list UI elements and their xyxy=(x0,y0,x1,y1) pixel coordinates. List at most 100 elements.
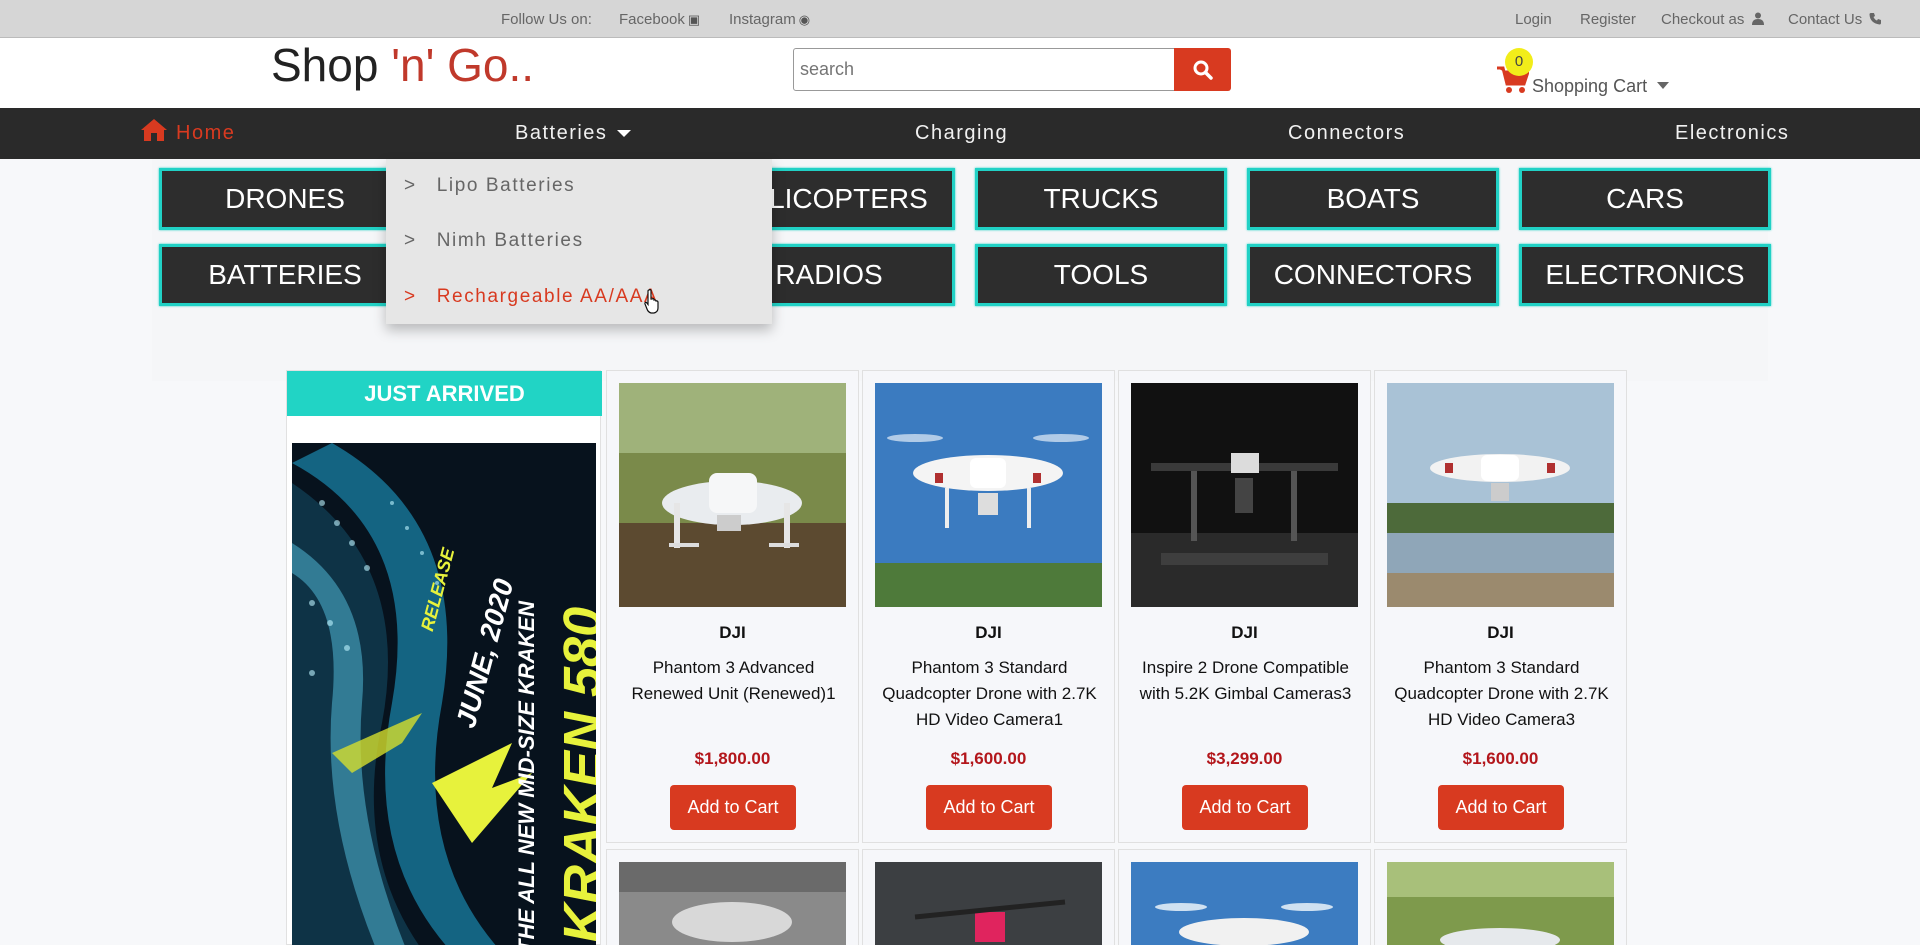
site-header: Shop 'n' Go.. 0 Shopping Cart xyxy=(0,37,1920,108)
category-trucks[interactable]: TRUCKS xyxy=(975,168,1227,230)
hand-cursor-icon xyxy=(644,289,659,314)
dropdown-item-label: Nimh Batteries xyxy=(436,230,584,251)
product-price: $1,600.00 xyxy=(950,749,1027,768)
dropdown-item-rechargeable[interactable]: > Rechargeable AA/AAA xyxy=(404,286,658,308)
phone-icon xyxy=(1869,13,1882,25)
nav-charging[interactable]: Charging xyxy=(915,122,1008,145)
search-input[interactable] xyxy=(793,48,1175,91)
category-connectors[interactable]: CONNECTORS xyxy=(1247,244,1499,306)
drone-photo xyxy=(1131,862,1358,945)
kraken-promo-poster[interactable]: KRAKEN 580 THE ALL NEW MID-SIZE KRAKEN J… xyxy=(292,443,596,945)
dropdown-item-label: Rechargeable AA/AAA xyxy=(436,286,659,307)
checkout-link[interactable]: Checkout as xyxy=(1661,11,1764,28)
facebook-link[interactable]: Facebook ▣ xyxy=(619,11,700,28)
contact-link[interactable]: Contact Us xyxy=(1788,11,1882,28)
dropdown-marker: > xyxy=(404,230,417,251)
batteries-dropdown: > Lipo Batteries > Nimh Batteries > Recharg… xyxy=(386,159,772,324)
product-brand: DJI xyxy=(719,623,746,642)
contact-label: Contact Us xyxy=(1788,11,1863,28)
facebook-label: Facebook xyxy=(619,11,685,28)
search-icon xyxy=(1193,60,1213,80)
product-name[interactable]: Phantom 3 Advanced Renewed Unit (Renewed… xyxy=(617,655,850,707)
shopping-cart-link[interactable]: Shopping Cart xyxy=(1532,76,1647,97)
nav-electronics[interactable]: Electronics xyxy=(1675,122,1789,145)
add-to-cart-button[interactable]: Add to Cart xyxy=(1182,785,1308,830)
category-electronics[interactable]: ELECTRONICS xyxy=(1519,244,1771,306)
site-logo[interactable]: Shop 'n' Go.. xyxy=(271,38,534,92)
product-image[interactable] xyxy=(1387,383,1614,607)
caret-down-icon xyxy=(617,130,632,138)
dropdown-marker: > xyxy=(404,286,417,307)
drone-photo xyxy=(619,862,846,945)
follow-label: Follow Us on: xyxy=(501,11,592,28)
drone-photo xyxy=(1131,383,1358,607)
product-image[interactable] xyxy=(1131,383,1358,607)
add-to-cart-button[interactable]: Add to Cart xyxy=(926,785,1052,830)
product-card xyxy=(1118,849,1371,945)
dropdown-item-lipo[interactable]: > Lipo Batteries xyxy=(404,175,575,197)
drone-photo xyxy=(1387,862,1614,945)
instagram-icon: ◉ xyxy=(798,12,811,27)
product-brand: DJI xyxy=(1231,623,1258,642)
product-brand: DJI xyxy=(1487,623,1514,642)
product-card xyxy=(606,849,859,945)
product-image[interactable] xyxy=(875,383,1102,607)
product-name[interactable]: Phantom 3 Standard Quadcopter Drone with… xyxy=(1385,655,1618,733)
main-nav: Home Batteries Charging Connectors Elect… xyxy=(0,108,1920,159)
product-name[interactable]: Phantom 3 Standard Quadcopter Drone with… xyxy=(873,655,1106,733)
drone-photo xyxy=(619,383,846,607)
product-card xyxy=(1374,849,1627,945)
instagram-label: Instagram xyxy=(729,11,796,28)
category-boats[interactable]: BOATS xyxy=(1247,168,1499,230)
product-image[interactable] xyxy=(875,862,1102,945)
just-arrived-banner: JUST ARRIVED xyxy=(287,371,602,416)
poster-subtitle: THE ALL NEW MID-SIZE KRAKEN xyxy=(514,601,539,945)
category-batteries[interactable]: BATTERIES xyxy=(159,244,411,306)
drone-photo xyxy=(1387,383,1614,607)
login-link[interactable]: Login xyxy=(1515,11,1552,28)
category-drones[interactable]: DRONES xyxy=(159,168,411,230)
product-price: $1,800.00 xyxy=(694,749,771,768)
search-button[interactable] xyxy=(1174,48,1231,91)
chevron-down-icon[interactable] xyxy=(1657,82,1669,89)
product-price: $1,600.00 xyxy=(1462,749,1539,768)
dropdown-item-nimh[interactable]: > Nimh Batteries xyxy=(404,230,584,252)
category-cars[interactable]: CARS xyxy=(1519,168,1771,230)
poster-title: KRAKEN 580 xyxy=(553,606,596,943)
logo-accent: 'n' Go.. xyxy=(391,39,535,91)
product-name[interactable]: Inspire 2 Drone Compatible with 5.2K Gim… xyxy=(1129,655,1362,707)
user-icon xyxy=(1751,12,1764,25)
product-card xyxy=(862,849,1115,945)
product-image[interactable] xyxy=(1387,862,1614,945)
nav-connectors[interactable]: Connectors xyxy=(1288,122,1405,145)
product-card: DJI Phantom 3 Standard Quadcopter Drone … xyxy=(1374,370,1627,843)
add-to-cart-button[interactable]: Add to Cart xyxy=(670,785,796,830)
poster-artwork xyxy=(292,443,596,945)
drone-photo xyxy=(875,862,1102,945)
facebook-icon: ▣ xyxy=(687,12,701,27)
dropdown-item-label: Lipo Batteries xyxy=(436,175,576,196)
top-bar: Follow Us on: Facebook ▣ Instagram ◉ Login… xyxy=(0,0,1920,37)
dropdown-marker: > xyxy=(404,175,417,196)
cart-count-badge: 0 xyxy=(1505,48,1533,76)
product-card: DJI Phantom 3 Advanced Renewed Unit (Ren… xyxy=(606,370,859,843)
just-arrived-panel: JUST ARRIVED KRAKEN 580 THE ALL NEW MID-… xyxy=(286,370,602,945)
drone-photo xyxy=(875,383,1102,607)
product-image[interactable] xyxy=(619,862,846,945)
product-price: $3,299.00 xyxy=(1206,749,1283,768)
nav-batteries[interactable]: Batteries xyxy=(515,122,632,145)
instagram-link[interactable]: Instagram ◉ xyxy=(729,11,810,28)
nav-home-label: Home xyxy=(176,122,236,144)
nav-home[interactable]: Home xyxy=(140,118,235,145)
add-to-cart-button[interactable]: Add to Cart xyxy=(1438,785,1564,830)
logo-main: Shop xyxy=(271,39,392,91)
category-tools[interactable]: TOOLS xyxy=(975,244,1227,306)
product-card: DJI Phantom 3 Standard Quadcopter Drone … xyxy=(862,370,1115,843)
product-image[interactable] xyxy=(1131,862,1358,945)
checkout-label: Checkout as xyxy=(1661,11,1745,28)
home-icon xyxy=(141,119,167,141)
product-brand: DJI xyxy=(975,623,1002,642)
product-image[interactable] xyxy=(619,383,846,607)
register-link[interactable]: Register xyxy=(1580,11,1636,28)
product-card: DJI Inspire 2 Drone Compatible with 5.2K… xyxy=(1118,370,1371,843)
